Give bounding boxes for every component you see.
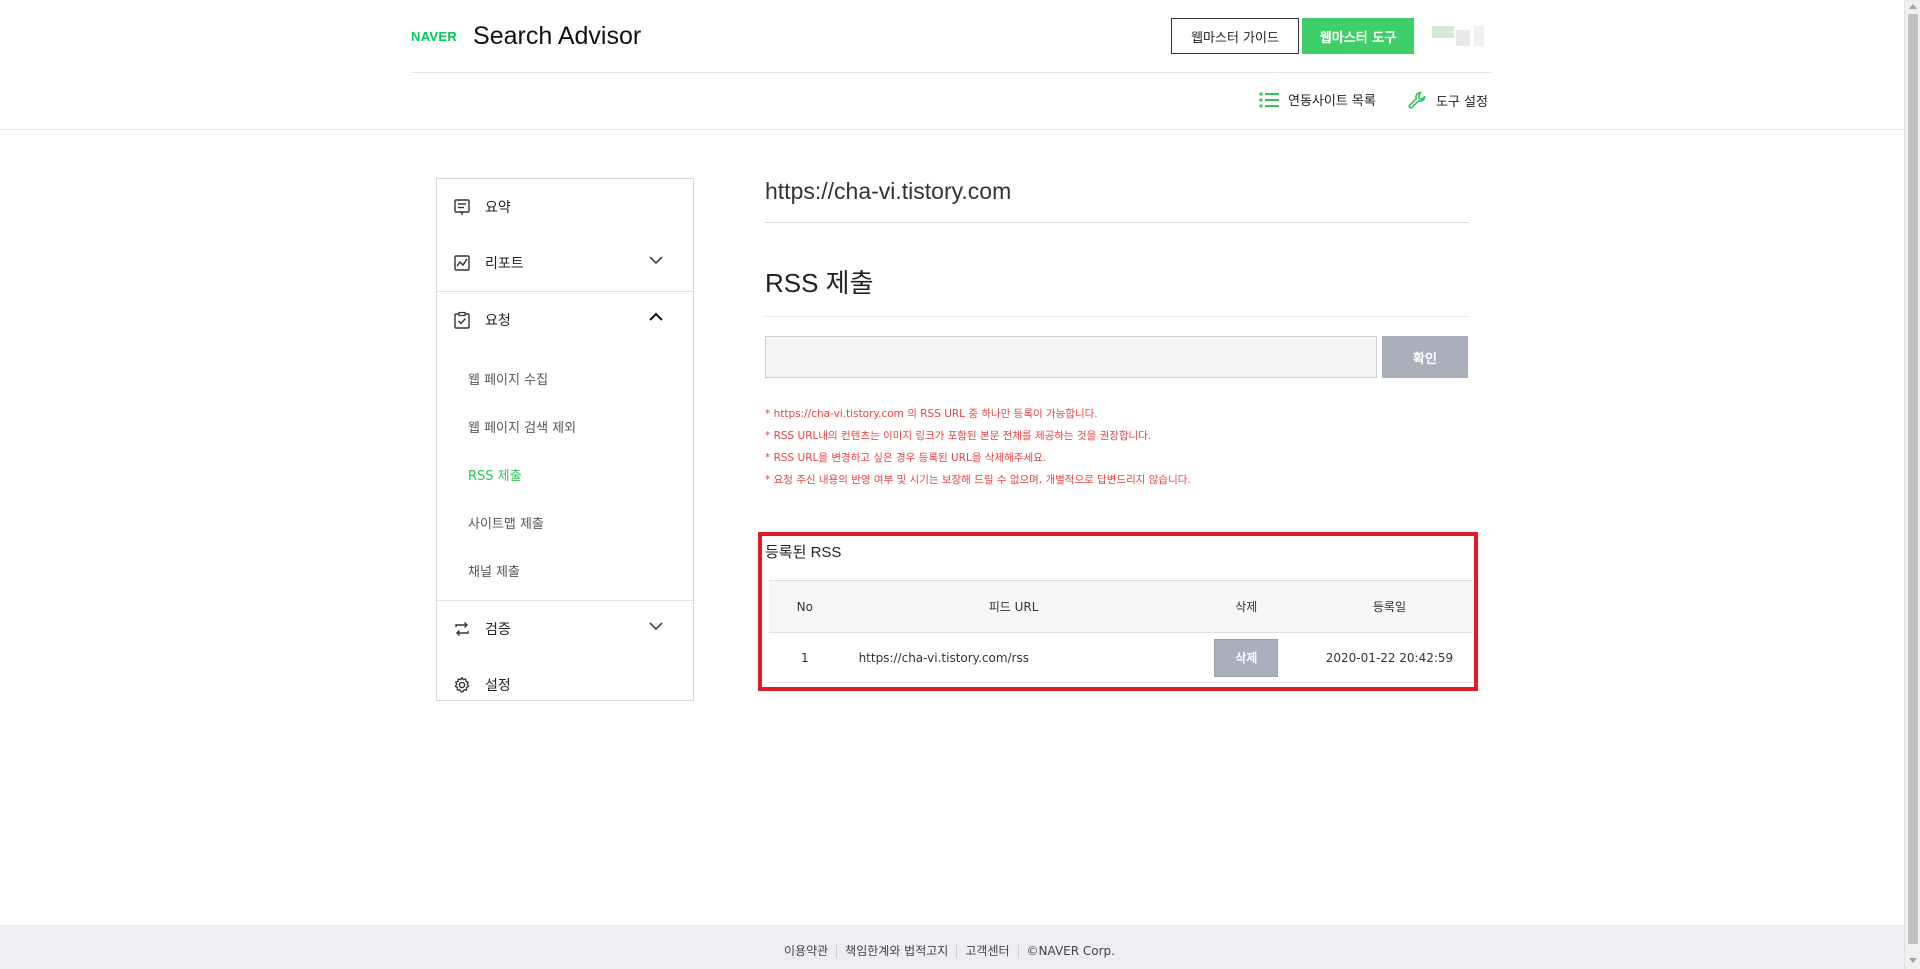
chevron-down-icon[interactable] xyxy=(649,255,663,265)
column-header-date: 등록일 xyxy=(1305,580,1473,633)
sidebar-item-label: 리포트 xyxy=(485,256,524,272)
verify-icon xyxy=(455,622,469,636)
logo[interactable]: NAVER Search Advisor xyxy=(411,22,641,51)
column-header-no: No xyxy=(769,580,841,633)
row-delete-cell: 삭제 xyxy=(1186,632,1306,683)
chevron-up-icon[interactable] xyxy=(649,312,663,322)
sidebar-item-settings[interactable]: 설정 xyxy=(437,657,693,713)
footer-link-terms[interactable]: 이용약관 xyxy=(776,945,838,958)
notice-list: * https://cha-vi.tistory.com 의 RSS URL 중… xyxy=(765,405,1469,493)
notice-item: * RSS URL내의 컨텐츠는 이미지 링크가 포함된 본문 전체를 제공하는… xyxy=(765,430,1152,442)
tool-settings-link[interactable]: 도구 설정 xyxy=(1407,90,1488,110)
rss-form: 확인 xyxy=(765,336,1469,378)
sidebar-item-summary[interactable]: 요약 xyxy=(437,179,693,235)
sub-header: 연동사이트 목록 도구 설정 xyxy=(0,74,1904,130)
submenu-web-page-collect[interactable]: 웹 페이지 수집 xyxy=(437,354,693,402)
main-content: https://cha-vi.tistory.com RSS 제출 확인 * h… xyxy=(765,178,1469,493)
notice-item: * RSS URL을 변경하고 싶은 경우 등록된 URL을 삭제해주세요. xyxy=(765,452,1047,464)
footer-link-legal[interactable]: 책임한계와 법적고지 xyxy=(837,945,958,958)
webmaster-guide-button[interactable]: 웹마스터 가이드 xyxy=(1171,18,1299,54)
delete-button[interactable]: 삭제 xyxy=(1214,638,1279,677)
sidebar-item-label: 요약 xyxy=(485,200,511,216)
submenu-sitemap-submit[interactable]: 사이트맵 제출 xyxy=(437,498,693,546)
tool-settings-label: 도구 설정 xyxy=(1436,94,1488,110)
gear-icon xyxy=(454,676,470,693)
sidebar-item-request[interactable]: 요청 xyxy=(437,292,693,348)
scroll-up-arrow[interactable] xyxy=(1909,4,1917,9)
scroll-thumb[interactable] xyxy=(1908,14,1918,944)
list-icon xyxy=(1259,91,1279,108)
vertical-scrollbar[interactable] xyxy=(1904,0,1920,969)
notice-item: * 요청 주신 내용의 반영 여부 및 시기는 보장해 드릴 수 없으며, 개별… xyxy=(765,474,1191,486)
footer-links: 이용약관 책임한계와 법적고지 고객센터 ©NAVER Corp. xyxy=(776,945,1123,958)
sidebar-item-label: 설정 xyxy=(485,678,511,694)
column-header-feed-url: 피드 URL xyxy=(840,580,1187,633)
notice-item: * https://cha-vi.tistory.com 의 RSS URL 중… xyxy=(765,408,1098,420)
header: NAVER Search Advisor 웹마스터 가이드 웹마스터 도구 xyxy=(411,0,1491,73)
report-icon xyxy=(454,255,470,271)
sidebar-item-verify[interactable]: 검증 xyxy=(437,601,693,657)
sidebar-item-label: 검증 xyxy=(485,622,511,638)
registered-rss-title: 등록된 RSS xyxy=(765,544,842,561)
sidebar-item-label: 요청 xyxy=(485,313,511,329)
table-row: 1 https://cha-vi.tistory.com/rss 삭제 2020… xyxy=(769,632,1473,683)
submenu-web-page-exclude[interactable]: 웹 페이지 검색 제외 xyxy=(437,402,693,450)
chevron-down-icon[interactable] xyxy=(649,621,663,631)
request-icon xyxy=(454,311,470,329)
registered-rss-section: 등록된 RSS No 피드 URL 삭제 등록일 1 https://cha-v… xyxy=(758,532,1478,691)
scroll-down-arrow[interactable] xyxy=(1909,958,1917,963)
summary-icon xyxy=(454,199,470,215)
app-title[interactable]: Search Advisor xyxy=(473,22,641,51)
linked-sites-link[interactable]: 연동사이트 목록 xyxy=(1259,90,1376,109)
footer: 이용약관 책임한계와 법적고지 고객센터 ©NAVER Corp. xyxy=(0,925,1904,969)
wrench-icon xyxy=(1408,91,1426,109)
request-submenu: 웹 페이지 수집 웹 페이지 검색 제외 RSS 제출 사이트맵 제출 채널 제… xyxy=(437,348,693,600)
linked-sites-label: 연동사이트 목록 xyxy=(1288,94,1376,109)
page-title: RSS 제출 xyxy=(765,263,1469,317)
row-date: 2020-01-22 20:42:59 xyxy=(1305,632,1473,683)
naver-logo[interactable]: NAVER xyxy=(411,29,457,44)
footer-link-support[interactable]: 고객센터 xyxy=(957,945,1019,958)
table-header-row: No 피드 URL 삭제 등록일 xyxy=(769,580,1473,633)
webmaster-tools-button[interactable]: 웹마스터 도구 xyxy=(1302,18,1414,54)
avatar[interactable] xyxy=(1432,24,1492,48)
column-header-delete: 삭제 xyxy=(1186,580,1306,633)
site-url-heading: https://cha-vi.tistory.com xyxy=(765,178,1469,223)
submenu-channel-submit[interactable]: 채널 제출 xyxy=(437,546,693,594)
sidebar-item-report[interactable]: 리포트 xyxy=(437,235,693,291)
confirm-button[interactable]: 확인 xyxy=(1382,336,1468,378)
row-feed-url: https://cha-vi.tistory.com/rss xyxy=(840,632,1187,683)
footer-copyright: ©NAVER Corp. xyxy=(1026,944,1115,958)
rss-url-input[interactable] xyxy=(765,336,1377,378)
row-no: 1 xyxy=(769,632,841,683)
submenu-rss-submit[interactable]: RSS 제출 xyxy=(437,450,693,498)
registered-rss-table: No 피드 URL 삭제 등록일 1 https://cha-vi.tistor… xyxy=(769,580,1473,683)
sidebar: 요약 리포트 요청 웹 페이지 수집 웹 페이지 검색 제외 RSS 제출 사이… xyxy=(436,178,694,701)
